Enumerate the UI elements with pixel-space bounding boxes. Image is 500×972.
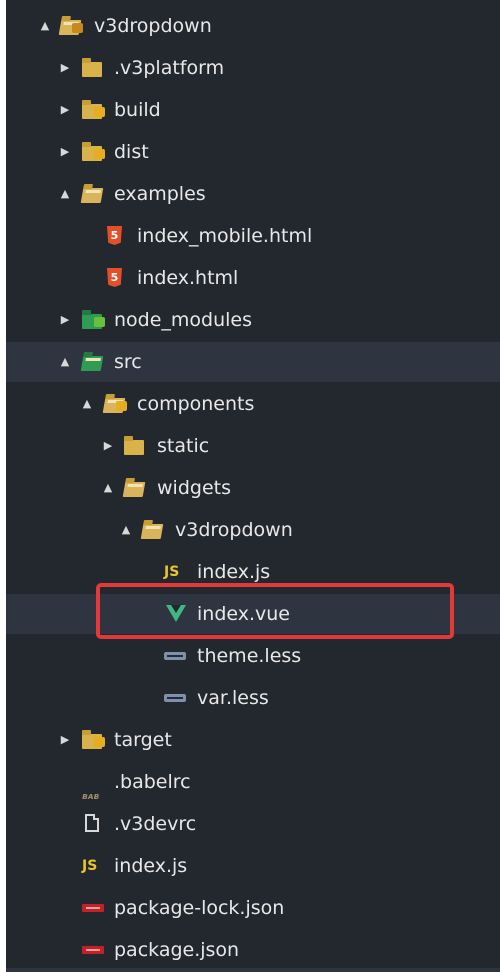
tree-item-target[interactable]: ▶ target — [6, 720, 500, 760]
tree-item-babelrc[interactable]: ʙᴀʙ .babelrc — [6, 762, 500, 802]
folder-src-icon — [80, 352, 104, 372]
tree-item-index-mobile-html[interactable]: 5 index_mobile.html — [6, 216, 500, 256]
tree-item-label: static — [157, 435, 210, 457]
tree-item-label: node_modules — [114, 309, 253, 331]
tree-item-v3dropdown[interactable]: ▲ v3dropdown — [6, 510, 500, 550]
tree-item-theme-less[interactable]: theme.less — [6, 636, 500, 676]
folder-open-icon — [122, 478, 146, 498]
folder-build-icon — [82, 100, 105, 120]
tree-item-src[interactable]: ▲ src — [6, 342, 500, 382]
chevron-down-icon[interactable]: ▲ — [101, 468, 115, 508]
tree-item-index-html[interactable]: 5 index.html — [6, 258, 500, 298]
tree-item-static[interactable]: ▶ static — [6, 426, 500, 466]
tree-item-label: package.json — [114, 939, 240, 961]
tree-item-widgets[interactable]: ▲ widgets — [6, 468, 500, 508]
tree-item-label: v3dropdown — [175, 519, 293, 541]
chevron-down-icon[interactable]: ▲ — [58, 174, 72, 214]
tree-item-label: var.less — [197, 687, 269, 709]
html5-icon: 5 — [104, 268, 126, 288]
less-icon — [164, 688, 186, 708]
chevron-down-icon[interactable]: ▲ — [38, 6, 52, 46]
chevron-down-icon[interactable]: ▲ — [80, 384, 94, 424]
tree-item-package-lock-json[interactable]: package-lock.json — [6, 888, 500, 928]
tree-item-label: .v3platform — [114, 57, 225, 79]
file-icon — [82, 814, 104, 834]
tree-item-label: dist — [114, 141, 149, 163]
tree-item-label: index.html — [137, 267, 239, 289]
folder-open-project-icon — [58, 16, 83, 36]
tree-item-label: components — [137, 393, 255, 415]
chevron-down-icon[interactable]: ▲ — [58, 342, 72, 382]
highlight-box — [96, 583, 454, 639]
tree-item-index-js-root[interactable]: JS index.js — [6, 846, 500, 886]
less-icon — [164, 646, 186, 666]
chevron-right-icon[interactable]: ▶ — [58, 48, 72, 88]
tree-item-components[interactable]: ▲ components — [6, 384, 500, 424]
folder-node-icon — [82, 310, 105, 330]
folder-target-icon — [82, 730, 105, 750]
tree-item-v3platform[interactable]: ▶ .v3platform — [6, 48, 500, 88]
tree-item-label: target — [114, 729, 172, 751]
tree-item-dist[interactable]: ▶ dist — [6, 132, 500, 172]
chevron-right-icon[interactable]: ▶ — [101, 426, 115, 466]
tree-item-node-modules[interactable]: ▶ node_modules — [6, 300, 500, 340]
tree-item-label: .v3devrc — [114, 813, 197, 835]
tree-item-label: theme.less — [197, 645, 302, 667]
npm-icon — [82, 940, 104, 960]
tree-item-build[interactable]: ▶ build — [6, 90, 500, 130]
folder-icon — [124, 436, 146, 456]
tree-item-label: build — [114, 99, 161, 121]
tree-item-label: .babelrc — [114, 771, 191, 793]
chevron-right-icon[interactable]: ▶ — [58, 300, 72, 340]
html5-icon: 5 — [104, 226, 126, 246]
folder-open-icon — [140, 520, 164, 540]
tree-item-label: package-lock.json — [114, 897, 285, 919]
folder-open-components-icon — [102, 394, 127, 414]
file-explorer-panel: ▲ v3dropdown ▶ .v3platform ▶ build ▶ dis… — [6, 0, 500, 972]
tree-item-label: widgets — [157, 477, 231, 499]
chevron-right-icon[interactable]: ▶ — [58, 90, 72, 130]
tree-item-examples[interactable]: ▲ examples — [6, 174, 500, 214]
babel-icon: ʙᴀʙ — [82, 792, 100, 802]
folder-icon — [82, 58, 104, 78]
tree-item-label: index.js — [114, 855, 188, 877]
chevron-right-icon[interactable]: ▶ — [58, 720, 72, 760]
tree-item-var-less[interactable]: var.less — [6, 678, 500, 718]
tree-item-label: index_mobile.html — [137, 225, 313, 247]
tree-item-label: examples — [114, 183, 206, 205]
folder-open-icon — [80, 184, 104, 204]
chevron-down-icon[interactable]: ▲ — [119, 510, 133, 550]
divider — [6, 968, 500, 972]
js-icon: JS — [164, 564, 180, 580]
tree-item-v3devrc[interactable]: .v3devrc — [6, 804, 500, 844]
folder-dist-icon — [82, 142, 105, 162]
tree-item-label: v3dropdown — [94, 15, 212, 37]
npm-icon — [82, 898, 104, 918]
js-icon: JS — [82, 858, 98, 874]
tree-item-label: src — [114, 351, 142, 373]
tree-item-v3dropdown-root[interactable]: ▲ v3dropdown — [6, 6, 500, 46]
tree-item-package-json[interactable]: package.json — [6, 930, 500, 970]
chevron-right-icon[interactable]: ▶ — [58, 132, 72, 172]
